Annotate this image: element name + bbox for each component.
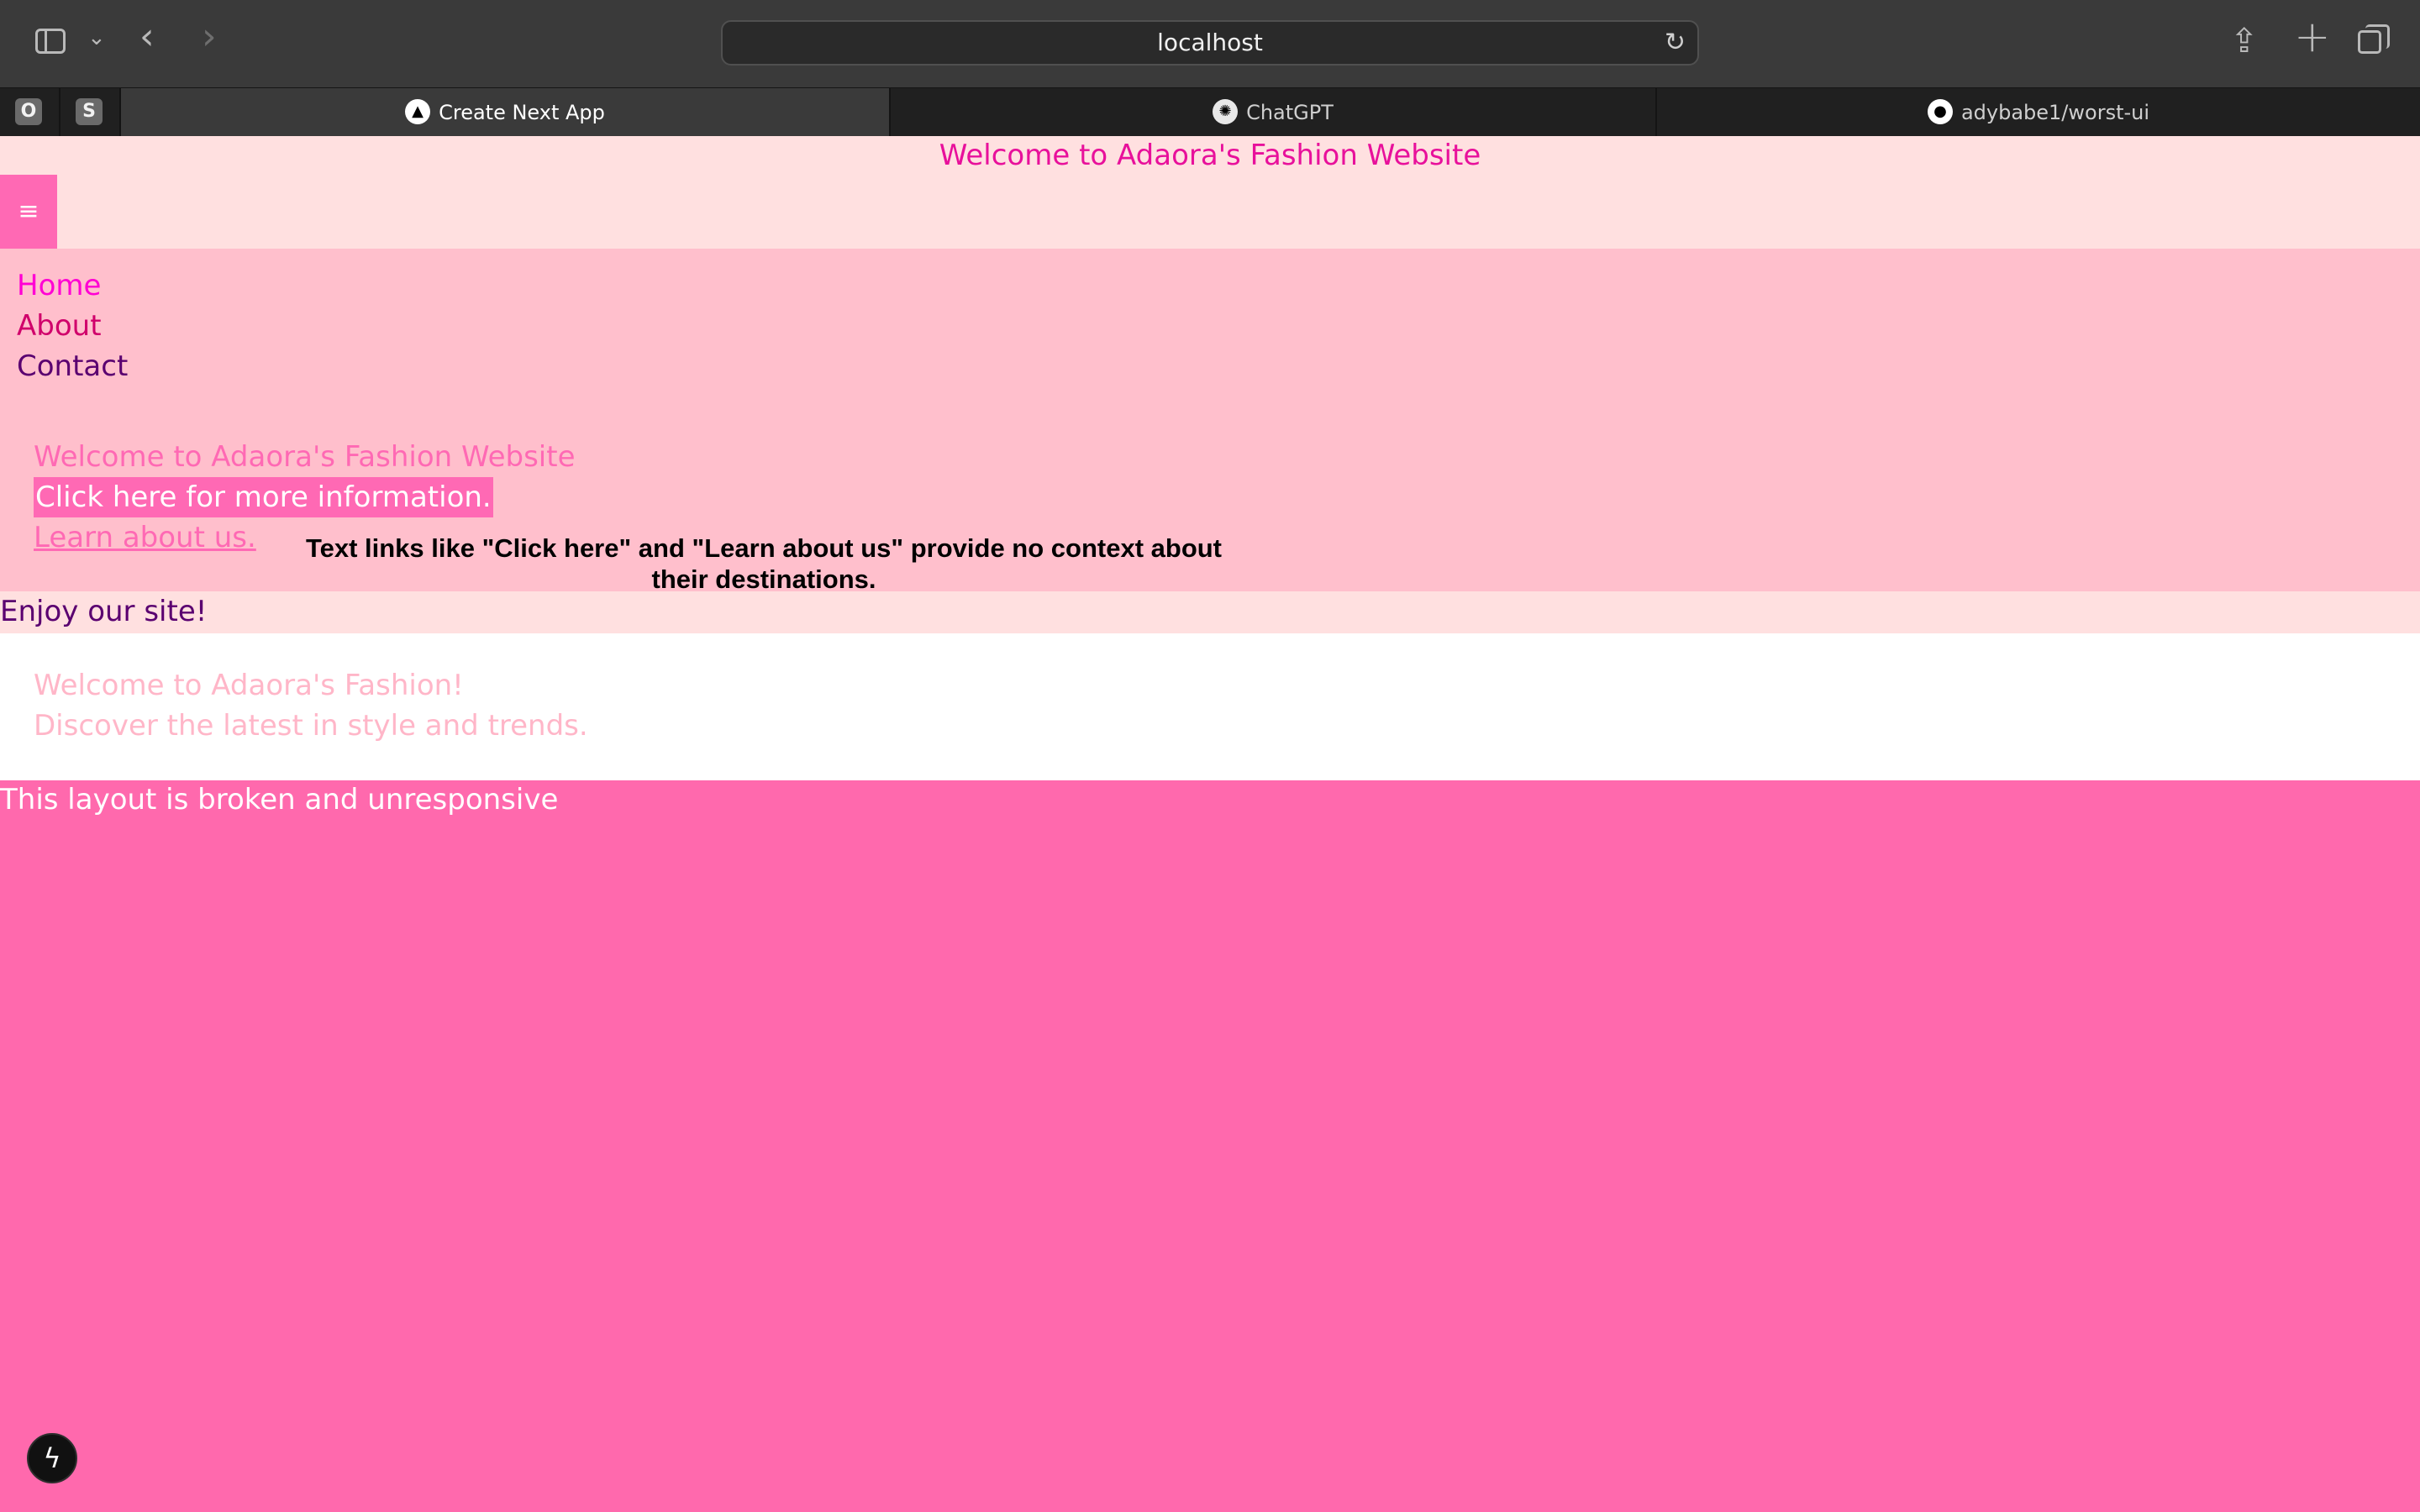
reload-icon[interactable]: ↻ [1665,22,1686,64]
github-icon: ● [1927,99,1953,124]
nav-link-home[interactable]: Home [17,265,101,306]
tab-divider [59,88,60,137]
pinned-tab-s[interactable]: S [76,98,103,125]
accessibility-annotation: Text links like "Click here" and "Learn … [305,533,1223,594]
tab-chatgpt[interactable]: ✺ ChatGPT [889,88,1655,137]
tab-strip: O S ▲ Create Next App ✺ ChatGPT ● adybabe1/… [0,87,2420,137]
intro-heading: Welcome to Adaora's Fashion! [34,669,464,702]
chevron-down-icon[interactable]: ⌄ [87,25,106,50]
nextjs-triangle-icon: ▲ [405,99,431,124]
header-title: Welcome to Adaora's Fashion Website [939,139,1481,172]
url-text: localhost [1157,29,1263,56]
enjoy-band [0,591,2420,633]
back-arrow-icon[interactable]: ‹ [139,18,155,55]
tab-title: adybabe1/worst-ui [1960,101,2150,124]
tab-create-next-app[interactable]: ▲ Create Next App [119,88,889,137]
browser-toolbar: ⌄ ‹ › localhost ↻ ⇪ + [0,0,2420,87]
nav-link-contact[interactable]: Contact [17,346,128,386]
tab-overview-icon[interactable] [2358,24,2390,54]
tab-title: Create Next App [439,101,605,124]
new-tab-icon[interactable]: + [2294,15,2331,59]
openai-icon: ✺ [1213,99,1239,124]
address-bar[interactable]: localhost ↻ [721,20,1699,66]
tab-title: ChatGPT [1246,101,1334,124]
share-icon[interactable]: ⇪ [2230,22,2259,60]
forward-arrow-icon[interactable]: › [202,18,217,55]
hero-title: Welcome to Adaora's Fashion Website [34,440,576,474]
learn-about-us-link[interactable]: Learn about us. [34,517,256,558]
click-here-link[interactable]: Click here for more information. [34,477,493,517]
hamburger-menu-button[interactable]: ≡ [0,175,57,249]
nav-link-about[interactable]: About [17,306,102,346]
pinned-tab-o[interactable]: O [15,98,42,125]
enjoy-text: Enjoy our site! [0,595,208,628]
intro-subtext: Discover the latest in style and trends. [34,709,588,743]
broken-layout-text: This layout is broken and unresponsive [0,783,559,816]
nextjs-dev-indicator-icon[interactable]: ϟ [27,1433,77,1483]
web-page: Welcome to Adaora's Fashion Website ≡ Ho… [0,136,2420,1512]
site-header: Welcome to Adaora's Fashion Website ≡ [0,136,2420,249]
sidebar-toggle-icon[interactable] [35,29,66,54]
tab-github[interactable]: ● adybabe1/worst-ui [1655,88,2420,137]
